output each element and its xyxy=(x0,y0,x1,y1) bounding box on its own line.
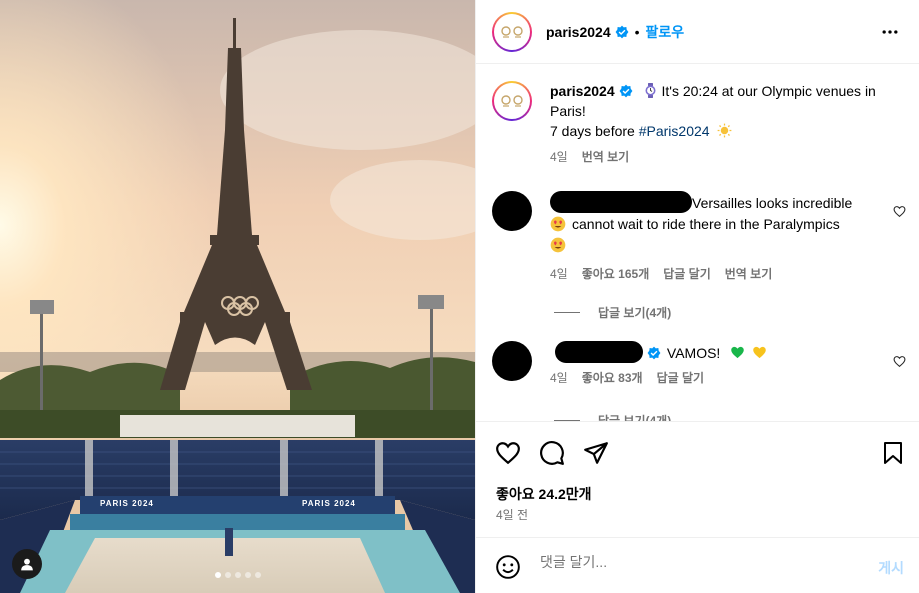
share-icon[interactable] xyxy=(583,440,609,466)
caption-hashtag[interactable]: #Paris2024 xyxy=(639,123,710,139)
post-actions: 좋아요 24.2만개 4일 전 xyxy=(476,421,919,537)
banner-text: PARIS 2024 xyxy=(100,499,154,508)
caption-username[interactable]: paris2024 xyxy=(550,83,615,99)
redacted-username xyxy=(555,341,643,363)
carousel-dot xyxy=(234,572,241,578)
post-timestamp[interactable]: 4일 전 xyxy=(496,506,528,523)
carousel-dot xyxy=(214,572,221,578)
comments-list[interactable]: paris2024 It's 20:24 at our Olympic venu… xyxy=(476,65,919,421)
comment-text-line2: cannot wait to ride there in the Paralym… xyxy=(572,216,840,232)
eiffel-tower-photo xyxy=(0,0,475,593)
comment-like-icon[interactable] xyxy=(893,355,906,368)
comment-text-line1: Versailles looks incredible xyxy=(692,195,853,211)
heart-eyes-emoji-icon xyxy=(550,237,566,253)
caption-avatar[interactable] xyxy=(492,81,532,121)
commenter-avatar[interactable] xyxy=(492,191,532,231)
translate-button[interactable]: 번역 보기 xyxy=(725,266,773,282)
post-header: paris2024 • 팔로우 xyxy=(476,0,919,64)
verified-badge-icon xyxy=(615,25,629,38)
banner-text-right: PARIS 2024 xyxy=(302,499,356,508)
replies-divider xyxy=(554,312,580,313)
comment-like-icon[interactable] xyxy=(893,205,906,218)
comment-likes[interactable]: 좋아요 83개 xyxy=(582,370,643,386)
paris2024-logo-icon xyxy=(501,95,523,107)
carousel-dot xyxy=(244,572,251,578)
post-media[interactable]: PARIS 2024 PARIS 2024 xyxy=(0,0,475,593)
view-replies-button[interactable]: 답글 보기(4개) xyxy=(554,304,671,321)
carousel-dot xyxy=(254,572,261,578)
avatar[interactable] xyxy=(492,11,532,52)
comment-icon[interactable] xyxy=(539,440,565,466)
reply-button[interactable]: 답글 달기 xyxy=(663,266,711,282)
post-comment-button[interactable]: 게시 xyxy=(878,558,904,578)
caption-translate-button[interactable]: 번역 보기 xyxy=(582,149,630,165)
comment: Versailles looks incredible cannot wait … xyxy=(492,191,884,282)
view-replies-label: 답글 보기(4개) xyxy=(598,414,672,421)
header-username[interactable]: paris2024 xyxy=(546,24,611,40)
more-options-icon[interactable] xyxy=(880,22,900,42)
comment-age: 4일 xyxy=(550,267,568,281)
sun-emoji-icon xyxy=(718,123,732,138)
heart-eyes-emoji-icon xyxy=(550,216,566,232)
green-heart-icon xyxy=(731,346,744,359)
carousel-dot xyxy=(224,572,231,578)
comment-age: 4일 xyxy=(550,371,568,385)
follow-button[interactable]: 팔로우 xyxy=(646,22,685,42)
save-bookmark-icon[interactable] xyxy=(881,440,905,466)
reply-button[interactable]: 답글 달기 xyxy=(657,370,705,386)
comment: VAMOS! 4일 좋아요 83개 답글 달기 xyxy=(492,341,884,386)
header-separator: • xyxy=(634,23,640,40)
carousel-indicator xyxy=(0,572,475,578)
commenter-avatar[interactable] xyxy=(492,341,532,381)
view-replies-button[interactable]: 답글 보기(4개) xyxy=(554,412,671,421)
caption: paris2024 It's 20:24 at our Olympic venu… xyxy=(492,81,894,165)
comment-likes[interactable]: 좋아요 165개 xyxy=(582,266,650,282)
verified-badge-icon xyxy=(619,84,633,98)
post-side-panel: paris2024 • 팔로우 paris2024 It's 20:24 at … xyxy=(475,0,919,593)
caption-text-line2: 7 days before xyxy=(550,123,639,139)
watch-emoji-icon xyxy=(645,83,655,98)
emoji-picker-icon[interactable] xyxy=(495,554,521,580)
like-count[interactable]: 좋아요 24.2만개 xyxy=(496,484,592,504)
comment-text: VAMOS! xyxy=(666,345,721,361)
verified-badge-icon xyxy=(647,346,661,360)
comment-composer: 게시 xyxy=(476,537,919,593)
paris2024-logo-icon xyxy=(501,25,523,38)
person-icon xyxy=(21,558,33,571)
redacted-username xyxy=(550,191,692,213)
yellow-heart-icon xyxy=(753,346,766,359)
like-icon[interactable] xyxy=(495,440,521,466)
comment-input[interactable] xyxy=(540,554,840,570)
caption-age: 4일 xyxy=(550,150,568,164)
view-replies-label: 답글 보기(4개) xyxy=(598,306,672,320)
